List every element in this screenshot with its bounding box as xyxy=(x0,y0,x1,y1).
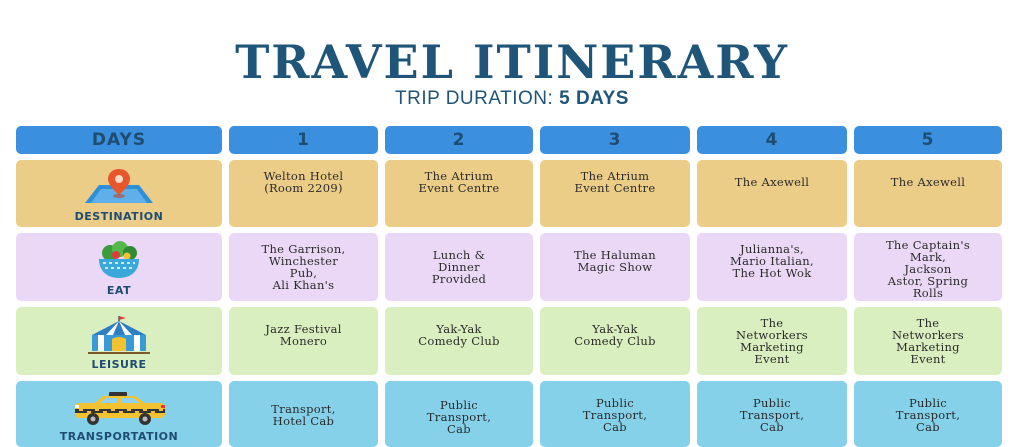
cell-destination-day-2: The Atrium Event Centre xyxy=(385,160,533,227)
cell-destination-day-1: Welton Hotel (Room 2209) xyxy=(229,160,378,227)
cell-eat-day-2: Lunch & Dinner Provided xyxy=(385,233,533,301)
header-days: DAYS xyxy=(16,126,222,154)
cell-transportation-day-5: Public Transport, Cab xyxy=(854,381,1002,447)
header-day-3: 3 xyxy=(540,126,690,154)
cell-leisure-day-5: The Networkers Marketing Event xyxy=(854,307,1002,375)
cell-leisure-day-1: Jazz Festival Monero xyxy=(229,307,378,375)
cell-destination-day-3: The Atrium Event Centre xyxy=(540,160,690,227)
trip-duration-value: 5 DAYS xyxy=(559,88,629,109)
row-label-text: TRANSPORTATION xyxy=(59,430,179,443)
cell-destination-day-4: The Axewell xyxy=(697,160,847,227)
cell-transportation-day-3: Public Transport, Cab xyxy=(540,381,690,447)
salad-bowl-icon xyxy=(96,241,142,281)
header-day-2: 2 xyxy=(385,126,533,154)
page-title: TRAVEL ITINERARY xyxy=(235,35,789,89)
row-label-eat: EAT xyxy=(16,233,222,301)
cell-eat-day-5: The Captain's Mark, Jackson Astor, Sprin… xyxy=(854,233,1002,301)
cell-leisure-day-2: Yak-Yak Comedy Club xyxy=(385,307,533,375)
row-label-transportation: TRANSPORTATION xyxy=(16,381,222,447)
row-label-destination: DESTINATION xyxy=(16,160,222,227)
circus-tent-icon xyxy=(86,315,152,355)
header-day-1: 1 xyxy=(229,126,378,154)
row-label-text: EAT xyxy=(106,284,132,297)
header-day-5: 5 xyxy=(854,126,1002,154)
itinerary-table: DAYS 1 2 3 4 5 DESTINATION Welton Hotel … xyxy=(16,126,1002,447)
trip-duration-label: TRIP DURATION: xyxy=(395,88,560,109)
cell-leisure-day-4: The Networkers Marketing Event xyxy=(697,307,847,375)
cell-eat-day-1: The Garrison, Winchester Pub, Ali Khan's xyxy=(229,233,378,301)
cell-leisure-day-3: Yak-Yak Comedy Club xyxy=(540,307,690,375)
map-pin-icon xyxy=(81,167,157,207)
header-day-4: 4 xyxy=(697,126,847,154)
trip-duration: TRIP DURATION: 5 DAYS xyxy=(0,88,1024,110)
cell-eat-day-3: The Haluman Magic Show xyxy=(540,233,690,301)
cell-transportation-day-4: Public Transport, Cab xyxy=(697,381,847,447)
taxi-cab-icon xyxy=(69,391,169,427)
cell-transportation-day-2: Public Transport, Cab xyxy=(385,381,533,447)
cell-destination-day-5: The Axewell xyxy=(854,160,1002,227)
cell-transportation-day-1: Transport, Hotel Cab xyxy=(229,381,378,447)
cell-eat-day-4: Julianna's, Mario Italian, The Hot Wok xyxy=(697,233,847,301)
row-label-text: LEISURE xyxy=(91,358,147,371)
row-label-leisure: LEISURE xyxy=(16,307,222,375)
row-label-text: DESTINATION xyxy=(74,210,164,223)
